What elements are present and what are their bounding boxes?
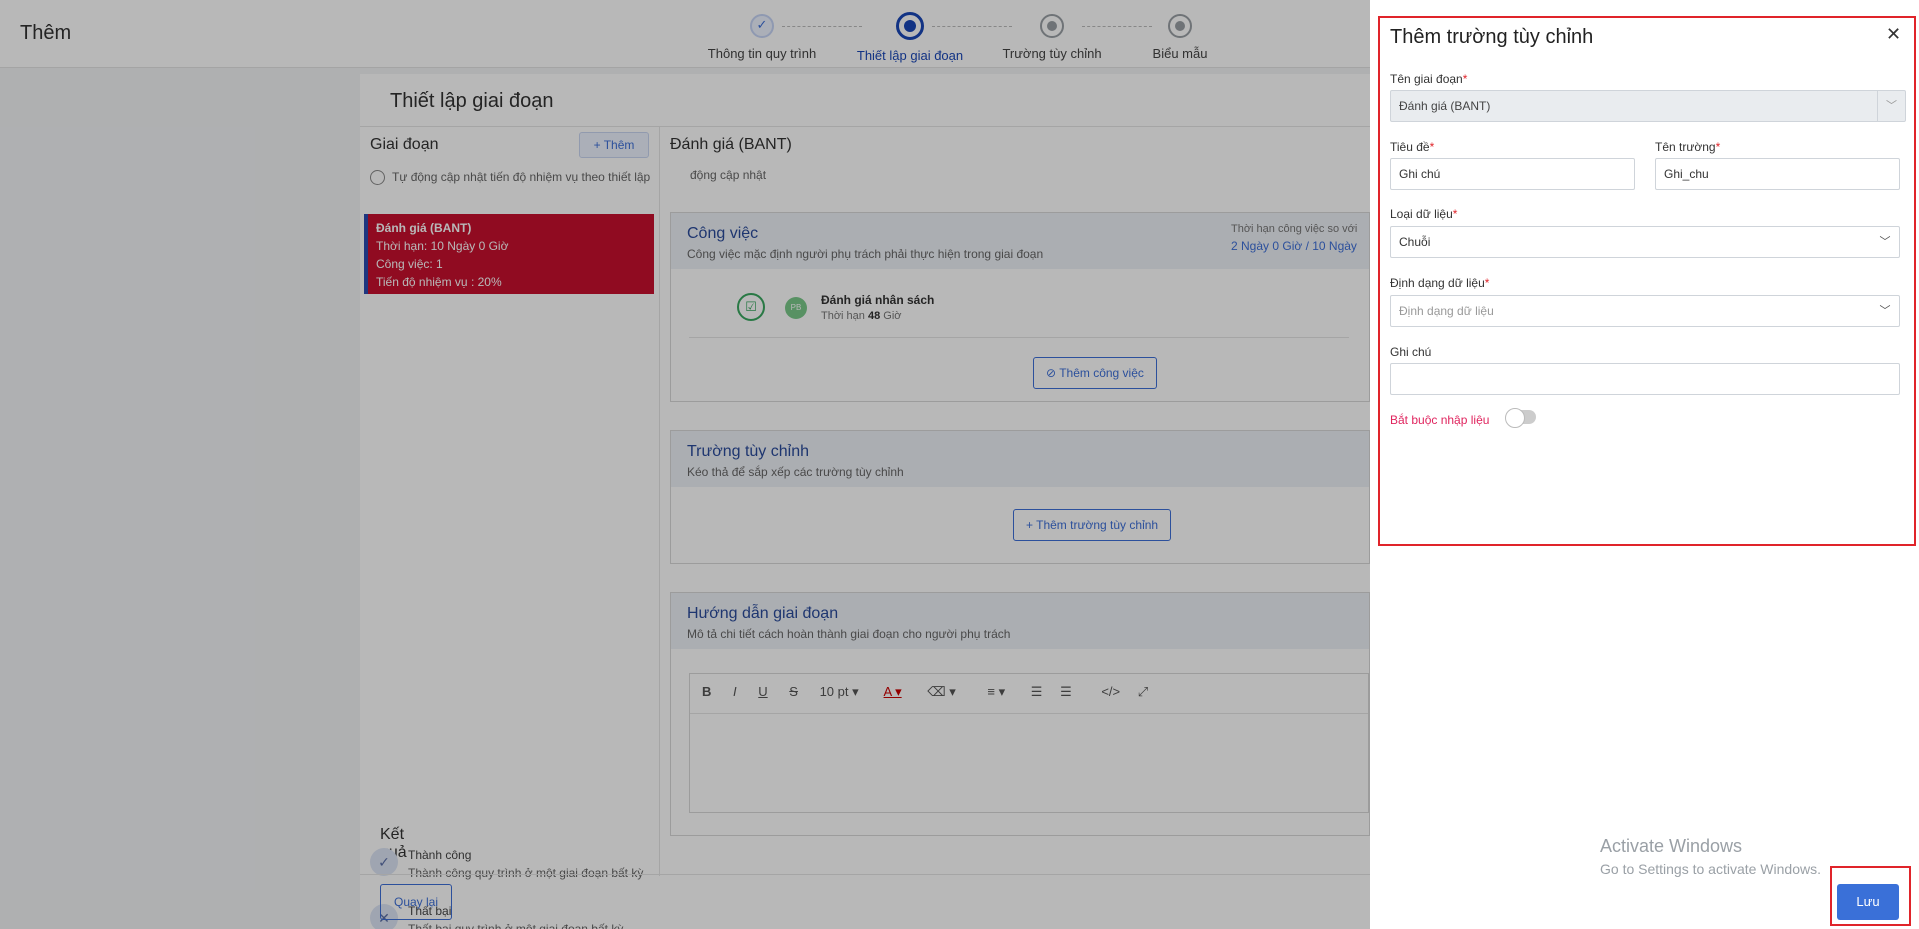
watermark-line1: Activate Windows xyxy=(1600,836,1743,856)
data-format-label: Định dạng dữ liệu* xyxy=(1390,276,1490,290)
note-label: Ghi chú xyxy=(1390,345,1432,359)
field-name-label: Tên trường* xyxy=(1655,140,1721,154)
required-toggle[interactable] xyxy=(1505,408,1536,428)
data-type-value: Chuỗi xyxy=(1399,235,1431,249)
chevron-down-icon: ﹀ xyxy=(1879,236,1891,248)
save-button[interactable]: Lưu xyxy=(1837,884,1899,920)
phase-select-value: Đánh giá (BANT) xyxy=(1399,99,1491,113)
modal-overlay[interactable] xyxy=(0,0,1370,929)
required-label: Bắt buộc nhập liệu xyxy=(1390,413,1490,427)
chevron-down-icon: ﹀ xyxy=(1877,91,1905,121)
watermark-line2: Go to Settings to activate Windows. xyxy=(1600,861,1821,877)
data-type-select[interactable]: Chuỗi ﹀ xyxy=(1390,226,1900,258)
data-format-select[interactable]: Định dạng dữ liệu ﹀ xyxy=(1390,295,1900,327)
drawer-title: Thêm trường tùy chỉnh xyxy=(1390,26,1594,48)
note-input[interactable] xyxy=(1390,363,1900,395)
windows-activation-watermark: Activate Windows Go to Settings to activ… xyxy=(1600,836,1821,877)
data-type-label: Loại dữ liệu* xyxy=(1390,207,1458,221)
title-input[interactable]: Ghi chú xyxy=(1390,158,1635,190)
data-format-placeholder: Định dạng dữ liệu xyxy=(1399,304,1494,318)
close-icon[interactable]: ✕ xyxy=(1886,24,1901,45)
phase-select: Đánh giá (BANT) ﹀ xyxy=(1390,90,1906,122)
add-custom-field-drawer: Thêm trường tùy chỉnh ✕ Tên giai đoạn* Đ… xyxy=(1370,0,1919,929)
chevron-down-icon: ﹀ xyxy=(1879,305,1891,317)
title-label: Tiêu đề* xyxy=(1390,140,1435,154)
field-name-input[interactable]: Ghi_chu xyxy=(1655,158,1900,190)
phase-label: Tên giai đoạn* xyxy=(1390,72,1468,86)
